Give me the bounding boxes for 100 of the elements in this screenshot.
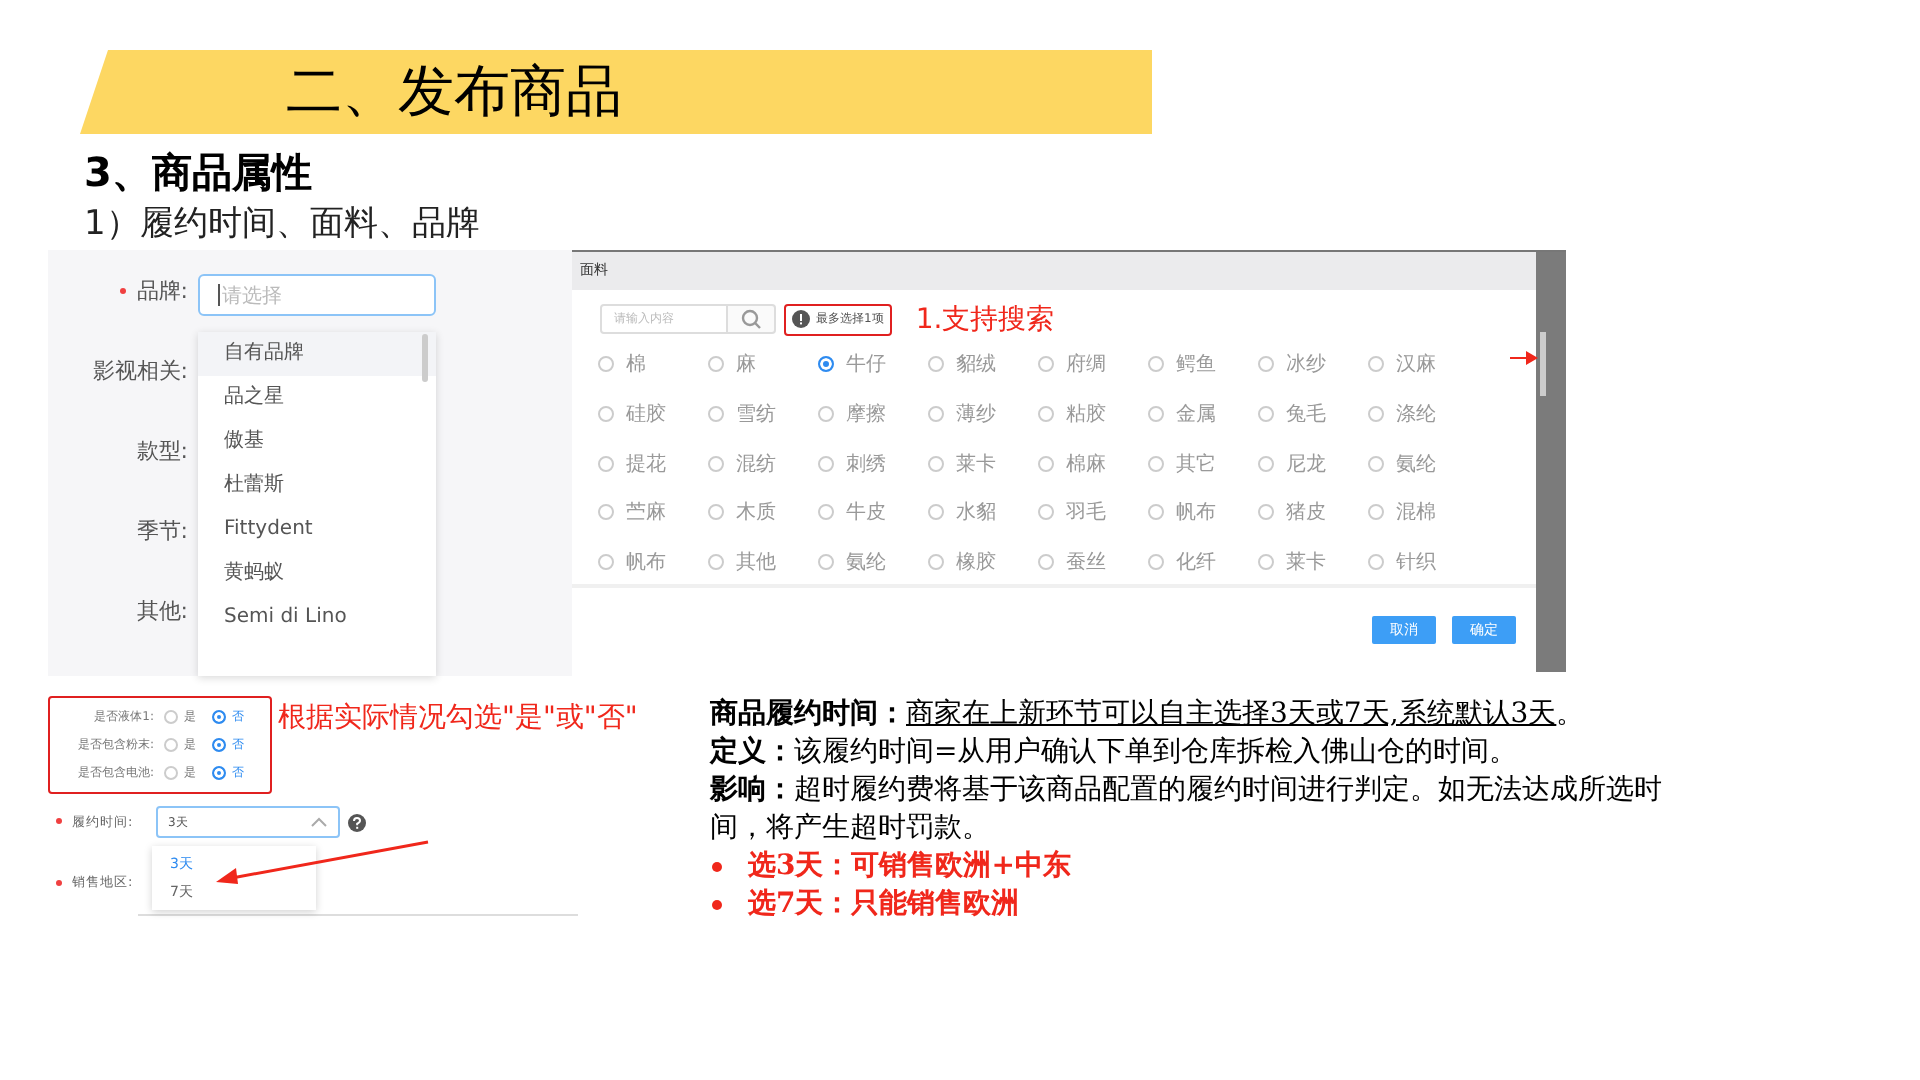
radio-option[interactable]: 其他	[708, 542, 818, 583]
radio-button[interactable]	[708, 405, 724, 422]
radio-option[interactable]: 麻	[708, 344, 818, 384]
radio-button[interactable]	[1038, 405, 1054, 422]
radio-button[interactable]	[1038, 356, 1054, 372]
radio-option[interactable]: 苎麻	[598, 492, 708, 533]
radio-button[interactable]	[1258, 455, 1274, 472]
radio-button[interactable]	[598, 554, 614, 571]
radio-button[interactable]	[1038, 554, 1054, 571]
dropdown-option[interactable]: 自有品牌	[198, 332, 436, 376]
radio-option[interactable]: 木质	[708, 492, 818, 533]
radio-option[interactable]: 摩擦	[818, 393, 928, 434]
radio-button[interactable]	[928, 405, 944, 422]
dropdown-option[interactable]: Fittydent	[198, 508, 436, 552]
radio-button[interactable]	[818, 455, 834, 472]
dropdown-option[interactable]: 品之星	[198, 376, 436, 420]
radio-button[interactable]	[1038, 504, 1054, 521]
slide-title: 二、发布商品	[286, 56, 622, 128]
radio-button[interactable]	[212, 738, 226, 752]
radio-button[interactable]	[1258, 504, 1274, 521]
radio-option[interactable]: 刺绣	[818, 443, 928, 484]
radio-option[interactable]: 牛仔	[818, 344, 928, 384]
radio-option[interactable]: 氨纶	[1368, 443, 1478, 484]
radio-option[interactable]: 硅胶	[598, 393, 708, 434]
radio-option[interactable]: 提花	[598, 443, 708, 484]
radio-option[interactable]: 冰纱	[1258, 344, 1368, 384]
radio-button[interactable]	[1368, 455, 1384, 472]
radio-button[interactable]	[1368, 554, 1384, 571]
radio-option[interactable]: 羽毛	[1038, 492, 1148, 533]
radio-button[interactable]	[818, 504, 834, 521]
radio-option[interactable]: 薄纱	[928, 393, 1038, 434]
radio-option[interactable]: 府绸	[1038, 344, 1148, 384]
radio-button[interactable]	[1368, 356, 1384, 372]
radio-button[interactable]	[1038, 455, 1054, 472]
radio-button[interactable]	[212, 710, 226, 724]
radio-button[interactable]	[1148, 554, 1164, 571]
radio-button[interactable]	[164, 710, 178, 724]
radio-button[interactable]	[598, 504, 614, 521]
radio-button[interactable]	[1258, 356, 1274, 372]
radio-option[interactable]: 粘胶	[1038, 393, 1148, 434]
radio-button[interactable]	[164, 766, 178, 780]
search-button[interactable]	[728, 304, 776, 334]
radio-button[interactable]	[928, 554, 944, 571]
radio-button[interactable]	[708, 554, 724, 571]
radio-option[interactable]: 尼龙	[1258, 443, 1368, 484]
radio-option[interactable]: 鳄鱼	[1148, 344, 1258, 384]
radio-option[interactable]: 其它	[1148, 443, 1258, 484]
scrollbar-thumb[interactable]	[422, 334, 428, 382]
radio-option[interactable]: 混棉	[1368, 492, 1478, 533]
radio-button[interactable]	[1258, 405, 1274, 422]
annotation-text: 1.支持搜索	[915, 301, 1055, 337]
radio-button[interactable]	[928, 455, 944, 472]
radio-option[interactable]: 棉	[598, 344, 708, 384]
radio-button[interactable]	[818, 405, 834, 422]
dropdown-option[interactable]: 黄蚂蚁	[198, 552, 436, 596]
label-text: 品牌:	[136, 278, 188, 304]
radio-option[interactable]: 氨纶	[818, 542, 928, 583]
radio-button[interactable]	[928, 356, 944, 372]
radio-option[interactable]: 化纤	[1148, 542, 1258, 583]
brand-select-field[interactable]: 请选择	[198, 274, 436, 316]
radio-option[interactable]: 针织	[1368, 542, 1478, 583]
radio-option[interactable]: 貂绒	[928, 344, 1038, 384]
radio-button[interactable]	[1148, 504, 1164, 521]
radio-button[interactable]	[164, 738, 178, 752]
radio-button[interactable]	[818, 554, 834, 571]
radio-option[interactable]: 牛皮	[818, 492, 928, 533]
radio-option[interactable]: 蚕丝	[1038, 542, 1148, 583]
radio-option[interactable]: 橡胶	[928, 542, 1038, 583]
radio-option[interactable]: 莱卡	[1258, 542, 1368, 583]
radio-button[interactable]	[598, 356, 614, 372]
radio-button[interactable]	[1148, 356, 1164, 372]
radio-button[interactable]	[928, 504, 944, 521]
radio-button[interactable]	[598, 405, 614, 422]
scrollbar-thumb[interactable]	[1540, 332, 1546, 396]
radio-button[interactable]	[708, 504, 724, 521]
radio-option[interactable]: 棉麻	[1038, 443, 1148, 484]
radio-option[interactable]: 金属	[1148, 393, 1258, 434]
radio-option[interactable]: 汉麻	[1368, 344, 1478, 384]
radio-option[interactable]: 兔毛	[1258, 393, 1368, 434]
dropdown-option[interactable]: 傲基	[198, 420, 436, 464]
radio-option[interactable]: 水貂	[928, 492, 1038, 533]
radio-option[interactable]: 涤纶	[1368, 393, 1478, 434]
radio-button[interactable]	[1148, 455, 1164, 472]
radio-button[interactable]	[1148, 405, 1164, 422]
dropdown-option[interactable]: Semi di Lino	[198, 596, 436, 640]
radio-option[interactable]: 混纺	[708, 443, 818, 484]
radio-option[interactable]: 猪皮	[1258, 492, 1368, 533]
radio-button[interactable]	[708, 455, 724, 472]
radio-button[interactable]	[212, 766, 226, 780]
radio-button[interactable]	[708, 356, 724, 372]
radio-option[interactable]: 莱卡	[928, 443, 1038, 484]
radio-button[interactable]	[1368, 405, 1384, 422]
radio-option[interactable]: 雪纺	[708, 393, 818, 434]
radio-option[interactable]: 帆布	[1148, 492, 1258, 533]
radio-option[interactable]: 帆布	[598, 542, 708, 583]
radio-button[interactable]	[818, 356, 834, 372]
radio-button[interactable]	[1258, 554, 1274, 571]
dropdown-option[interactable]: 杜蕾斯	[198, 464, 436, 508]
radio-button[interactable]	[1368, 504, 1384, 521]
radio-button[interactable]	[598, 455, 614, 472]
